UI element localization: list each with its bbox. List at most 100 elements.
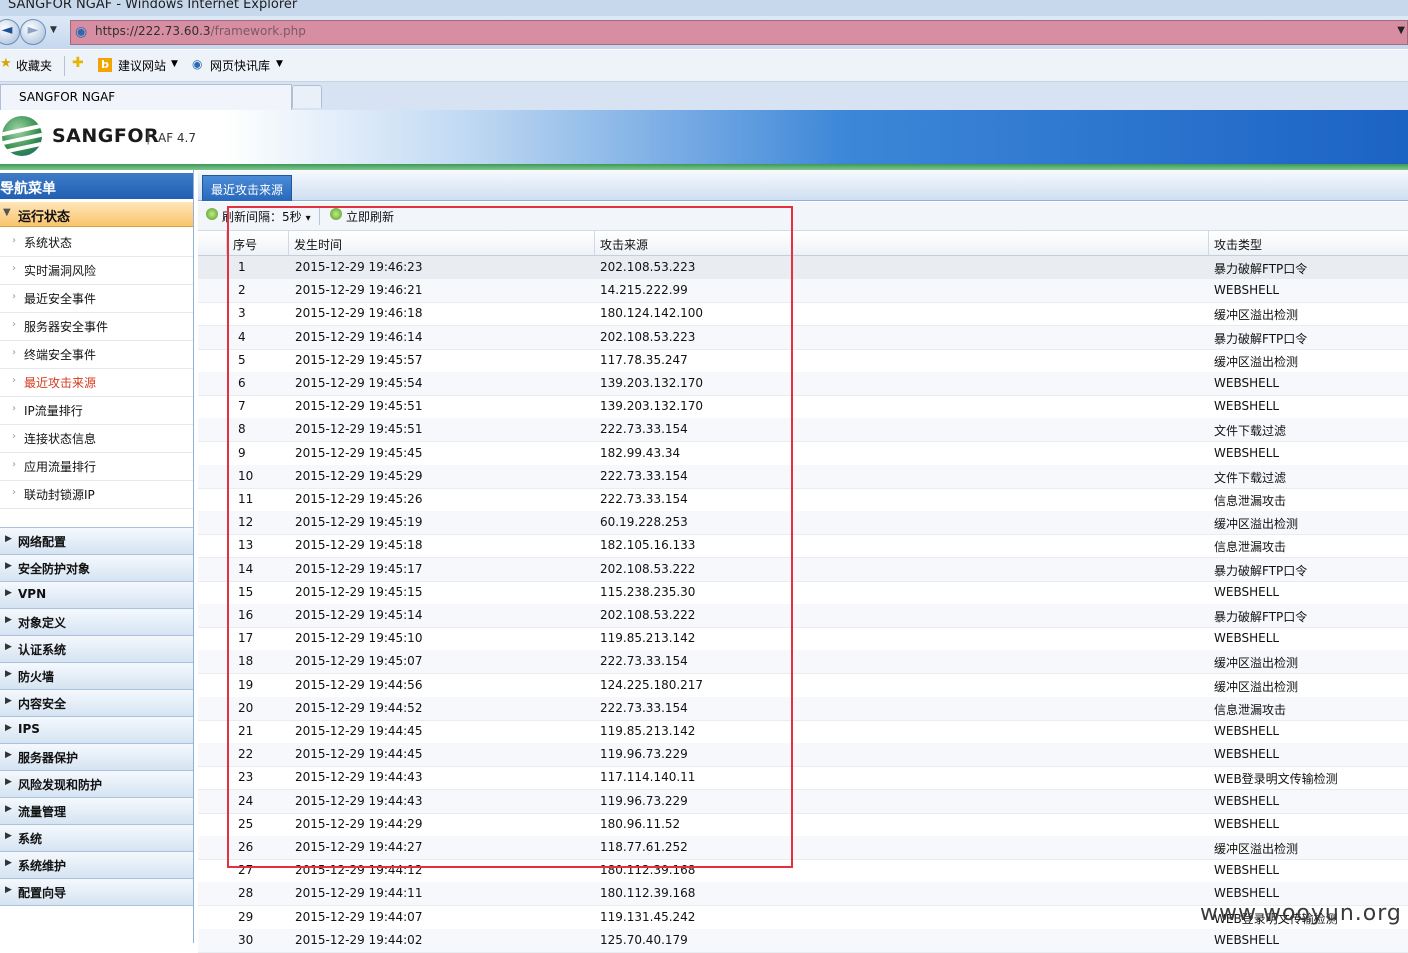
table-row[interactable]: 21 2015-12-29 19:44:45 119.85.213.142 WEBSH… bbox=[198, 720, 1408, 744]
cell-index: 30 bbox=[238, 932, 254, 947]
table-row[interactable]: 27 2015-12-29 19:44:12 180.112.39.168 WEBSH… bbox=[198, 859, 1408, 884]
cell-attack-type: 暴力破解FTP口令 bbox=[1214, 262, 1308, 276]
table-row[interactable]: 26 2015-12-29 19:44:27 118.77.61.252 缓冲区溢出检… bbox=[198, 836, 1408, 860]
expanded-triangle-icon: ▼ bbox=[3, 207, 11, 218]
table-row[interactable]: 24 2015-12-29 19:44:43 119.96.73.229 WEBSHE… bbox=[198, 789, 1408, 814]
table-row[interactable]: 17 2015-12-29 19:45:10 119.85.213.142 WEBSH… bbox=[198, 627, 1408, 652]
table-row[interactable]: 11 2015-12-29 19:45:26 222.73.33.154 信息泄漏攻击 bbox=[198, 488, 1408, 512]
watermark: www.wooyun.org bbox=[1200, 901, 1402, 926]
sidebar-group[interactable]: ▶ VPN bbox=[0, 581, 193, 609]
chevron-right-icon: › bbox=[12, 487, 16, 498]
sidebar-item[interactable]: › 服务器安全事件 bbox=[0, 312, 193, 341]
favorites-button[interactable]: 收藏夹 bbox=[16, 57, 52, 74]
refresh-now-icon bbox=[330, 208, 342, 220]
sidebar-group[interactable]: ▶ 安全防护对象 bbox=[0, 554, 193, 582]
table-row[interactable]: 7 2015-12-29 19:45:51 139.203.132.170 WEBSH… bbox=[198, 395, 1408, 420]
table-row[interactable]: 1 2015-12-29 19:46:23 202.108.53.223 暴力破解FT… bbox=[198, 256, 1408, 280]
sidebar-group[interactable]: ▶ 内容安全 bbox=[0, 689, 193, 717]
sidebar-item[interactable]: › 最近攻击来源 bbox=[0, 368, 193, 397]
address-bar[interactable]: ◉ https://222.73.60.3/framework.php ▼ bbox=[70, 20, 1408, 45]
sidebar-item[interactable]: › 应用流量排行 bbox=[0, 452, 193, 481]
sidebar-item-label: IP流量排行 bbox=[24, 404, 83, 418]
sidebar-item[interactable]: › 终端安全事件 bbox=[0, 340, 193, 369]
chevron-right-icon: › bbox=[12, 319, 16, 330]
sidebar-item[interactable]: › 系统状态 bbox=[0, 228, 193, 257]
refresh-interval-select[interactable]: 刷新间隔：5秒 ▾ bbox=[222, 208, 311, 225]
table-row[interactable]: 22 2015-12-29 19:44:45 119.96.73.229 WEBSHE… bbox=[198, 743, 1408, 768]
table-row[interactable]: 15 2015-12-29 19:45:15 115.238.235.30 WEBSH… bbox=[198, 581, 1408, 605]
web-slice-gallery-link[interactable]: 网页快讯库 bbox=[210, 57, 270, 74]
sidebar-group[interactable]: ▶ 流量管理 bbox=[0, 797, 193, 825]
cell-time: 2015-12-29 19:46:14 bbox=[295, 329, 423, 344]
table-row[interactable]: 9 2015-12-29 19:45:45 182.99.43.34 WEBSHELL bbox=[198, 442, 1408, 466]
sidebar-group[interactable]: ▶ 认证系统 bbox=[0, 635, 193, 663]
table-row[interactable]: 18 2015-12-29 19:45:07 222.73.33.154 缓冲区溢出检… bbox=[198, 650, 1408, 675]
table-row[interactable]: 16 2015-12-29 19:45:14 202.108.53.222 暴力破解F… bbox=[198, 604, 1408, 628]
sidebar-group-label: 系统 bbox=[18, 832, 43, 846]
sidebar-group[interactable]: ▶ 服务器保护 bbox=[0, 743, 193, 771]
sidebar-group-run-status[interactable]: ▼ 运行状态 bbox=[0, 202, 193, 227]
table-row[interactable]: 20 2015-12-29 19:44:52 222.73.33.154 信息泄漏攻击 bbox=[198, 696, 1408, 721]
table-row[interactable]: 14 2015-12-29 19:45:17 202.108.53.222 暴力破解F… bbox=[198, 557, 1408, 582]
table-row[interactable]: 2 2015-12-29 19:46:21 14.215.222.99 WEBSHEL… bbox=[198, 279, 1408, 304]
table-header: 序号 发生时间 攻击来源 攻击类型 bbox=[198, 231, 1408, 256]
sidebar-group[interactable]: ▶ 系统 bbox=[0, 824, 193, 852]
main-panel: 最近攻击来源 刷新间隔：5秒 ▾ 立即刷新 序号 发生时间 攻击来源 攻击类型 1… bbox=[198, 170, 1408, 953]
collapsed-triangle-icon: ▶ bbox=[5, 534, 12, 544]
address-dropdown-icon[interactable]: ▼ bbox=[1397, 25, 1405, 36]
column-header-index[interactable]: 序号 bbox=[233, 236, 257, 253]
table-row[interactable]: 6 2015-12-29 19:45:54 139.203.132.170 WEBSH… bbox=[198, 372, 1408, 396]
cell-index: 29 bbox=[238, 909, 254, 924]
suggested-sites-dropdown-icon[interactable]: ▼ bbox=[171, 59, 178, 69]
cell-source-ip: 117.114.140.11 bbox=[600, 770, 696, 785]
cell-attack-type: WEBSHELL bbox=[1214, 399, 1280, 414]
column-header-type[interactable]: 攻击类型 bbox=[1214, 236, 1262, 253]
table-row[interactable]: 13 2015-12-29 19:45:18 182.105.16.133 信息泄漏攻… bbox=[198, 534, 1408, 559]
suggested-sites-link[interactable]: 建议网站 bbox=[118, 57, 166, 74]
history-dropdown-icon[interactable]: ▼ bbox=[50, 25, 57, 35]
cell-attack-type: 缓冲区溢出检测 bbox=[1214, 679, 1299, 694]
product-version: AF 4.7 bbox=[158, 131, 197, 145]
sidebar-group[interactable]: ▶ 网络配置 bbox=[0, 527, 193, 555]
forward-button[interactable]: ► bbox=[20, 19, 46, 45]
sidebar-item[interactable]: › IP流量排行 bbox=[0, 396, 193, 425]
refresh-now-button[interactable]: 立即刷新 bbox=[346, 208, 394, 225]
table-row[interactable]: 19 2015-12-29 19:44:56 124.225.180.217 缓冲区溢… bbox=[198, 674, 1408, 698]
cell-source-ip: 119.85.213.142 bbox=[600, 724, 696, 738]
sidebar-group[interactable]: ▶ 防火墙 bbox=[0, 662, 193, 690]
table-row[interactable]: 25 2015-12-29 19:44:29 180.96.11.52 WEBSHEL… bbox=[198, 813, 1408, 837]
table-row[interactable]: 12 2015-12-29 19:45:19 60.19.228.253 缓冲区溢出检… bbox=[198, 511, 1408, 536]
cell-index: 20 bbox=[238, 700, 254, 715]
table-row[interactable]: 10 2015-12-29 19:45:29 222.73.33.154 文件下载过滤 bbox=[198, 464, 1408, 489]
cell-time: 2015-12-29 19:45:17 bbox=[295, 561, 423, 576]
column-header-time[interactable]: 发生时间 bbox=[294, 236, 342, 253]
cell-source-ip: 115.238.235.30 bbox=[600, 584, 696, 599]
cell-source-ip: 180.112.39.168 bbox=[600, 886, 696, 901]
sidebar-item-label: 服务器安全事件 bbox=[24, 320, 109, 334]
add-favorite-icon[interactable]: ✚ bbox=[72, 55, 84, 71]
table-row[interactable]: 8 2015-12-29 19:45:51 222.73.33.154 文件下载过滤 bbox=[198, 418, 1408, 443]
table-row[interactable]: 5 2015-12-29 19:45:57 117.78.35.247 缓冲区溢出检测 bbox=[198, 349, 1408, 373]
table-row[interactable]: 3 2015-12-29 19:46:18 180.124.142.100 缓冲区溢出… bbox=[198, 302, 1408, 327]
collapsed-triangle-icon: ▶ bbox=[5, 858, 12, 868]
back-button[interactable]: ◄ bbox=[0, 19, 20, 45]
column-header-source[interactable]: 攻击来源 bbox=[600, 236, 648, 253]
tab-recent-attack-sources[interactable]: 最近攻击来源 bbox=[202, 175, 292, 201]
sidebar-group[interactable]: ▶ 对象定义 bbox=[0, 608, 193, 636]
sidebar-item[interactable]: › 联动封锁源IP bbox=[0, 480, 193, 509]
collapse-sidebar-icon[interactable]: « bbox=[0, 177, 187, 193]
sidebar-group[interactable]: ▶ 配置向导 bbox=[0, 878, 193, 906]
sidebar-group[interactable]: ▶ 风险发现和防护 bbox=[0, 770, 193, 798]
sidebar-item[interactable]: › 连接状态信息 bbox=[0, 424, 193, 453]
browser-tab[interactable]: SANGFOR NGAF bbox=[0, 84, 292, 111]
table-row[interactable]: 30 2015-12-29 19:44:02 125.70.40.179 WEBSHE… bbox=[198, 928, 1408, 953]
sidebar-group[interactable]: ▶ 系统维护 bbox=[0, 851, 193, 879]
table-row[interactable]: 4 2015-12-29 19:46:14 202.108.53.223 暴力破解FT… bbox=[198, 325, 1408, 350]
new-tab-button[interactable] bbox=[292, 85, 322, 108]
sidebar-item[interactable]: › 实时漏洞风险 bbox=[0, 256, 193, 285]
cell-source-ip: 202.108.53.223 bbox=[600, 260, 696, 274]
sidebar-item[interactable]: › 最近安全事件 bbox=[0, 284, 193, 313]
table-row[interactable]: 23 2015-12-29 19:44:43 117.114.140.11 WEB登录… bbox=[198, 766, 1408, 791]
web-slice-dropdown-icon[interactable]: ▼ bbox=[276, 59, 283, 69]
sidebar-group[interactable]: ▶ IPS bbox=[0, 716, 193, 744]
